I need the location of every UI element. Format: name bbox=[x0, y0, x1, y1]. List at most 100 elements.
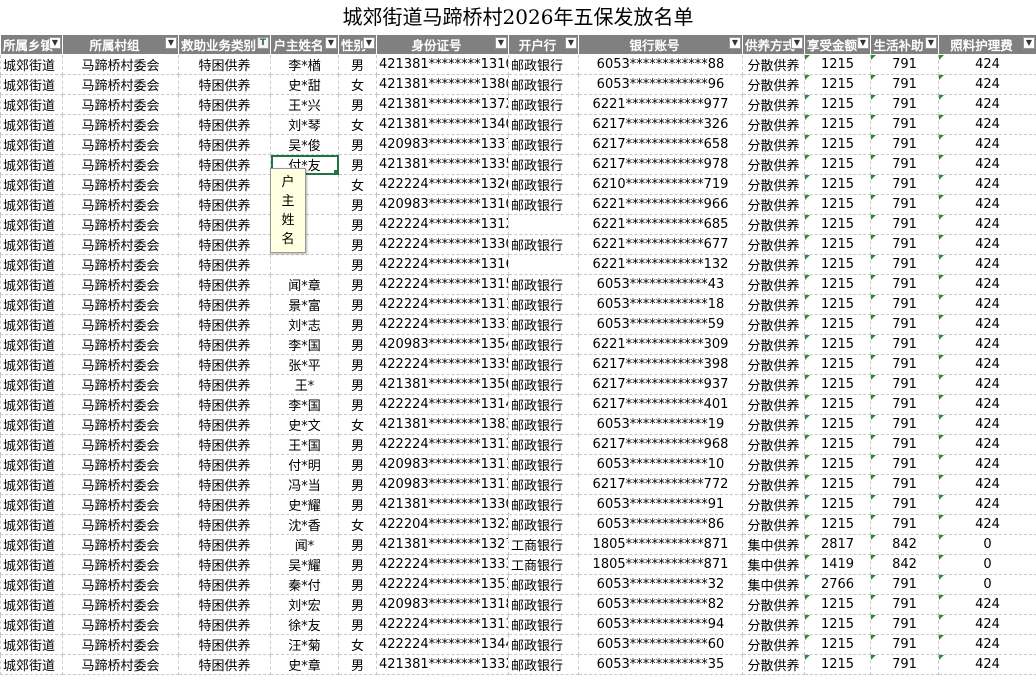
table-cell[interactable]: 男 bbox=[339, 455, 377, 475]
filter-dropdown-icon[interactable]: ▼ bbox=[729, 37, 741, 49]
table-cell[interactable]: 分散供养 bbox=[743, 515, 805, 535]
table-cell[interactable]: 1215 bbox=[805, 455, 871, 475]
table-cell[interactable]: 1215 bbox=[805, 315, 871, 335]
table-cell[interactable]: 422224********1330 bbox=[377, 235, 509, 255]
column-header[interactable]: 银行账号▼ bbox=[579, 35, 743, 55]
table-cell[interactable]: 分散供养 bbox=[743, 375, 805, 395]
table-cell[interactable]: 特困供养 bbox=[179, 135, 271, 155]
table-cell[interactable]: 分散供养 bbox=[743, 155, 805, 175]
table-cell[interactable]: 城郊街道 bbox=[1, 615, 63, 635]
table-cell[interactable]: 422224********1315 bbox=[377, 275, 509, 295]
table-cell[interactable]: 424 bbox=[939, 235, 1036, 255]
table-cell[interactable]: 6210************719 bbox=[579, 175, 743, 195]
table-cell[interactable]: 城郊街道 bbox=[1, 275, 63, 295]
table-cell[interactable]: 6053************96 bbox=[579, 75, 743, 95]
table-cell[interactable]: 分散供养 bbox=[743, 435, 805, 455]
column-header[interactable]: 生活补助▼ bbox=[871, 35, 939, 55]
table-cell[interactable]: 分散供养 bbox=[743, 175, 805, 195]
table-cell[interactable]: 791 bbox=[871, 275, 939, 295]
table-cell[interactable]: 6053************94 bbox=[579, 615, 743, 635]
table-cell[interactable]: 424 bbox=[939, 255, 1036, 275]
table-cell[interactable]: 422204********132X bbox=[377, 515, 509, 535]
table-cell[interactable]: 424 bbox=[939, 95, 1036, 115]
table-cell[interactable]: 城郊街道 bbox=[1, 175, 63, 195]
table-cell[interactable]: 王*兴 bbox=[271, 95, 339, 115]
table-cell[interactable]: 男 bbox=[339, 575, 377, 595]
table-cell[interactable]: 城郊街道 bbox=[1, 435, 63, 455]
table-cell[interactable]: 1805************871 bbox=[579, 535, 743, 555]
table-cell[interactable]: 424 bbox=[939, 115, 1036, 135]
table-cell[interactable]: 分散供养 bbox=[743, 275, 805, 295]
table-cell[interactable]: 1215 bbox=[805, 395, 871, 415]
filter-dropdown-icon[interactable]: ▼ bbox=[325, 37, 337, 49]
table-cell[interactable]: 791 bbox=[871, 55, 939, 75]
table-cell[interactable]: 邮政银行 bbox=[509, 155, 579, 175]
table-cell[interactable]: 791 bbox=[871, 375, 939, 395]
table-cell[interactable]: 马蹄桥村委会 bbox=[63, 335, 179, 355]
table-cell[interactable]: 424 bbox=[939, 75, 1036, 95]
table-cell[interactable]: 791 bbox=[871, 515, 939, 535]
table-cell[interactable]: 邮政银行 bbox=[509, 655, 579, 675]
table-cell[interactable]: 马蹄桥村委会 bbox=[63, 55, 179, 75]
table-cell[interactable]: 分散供养 bbox=[743, 495, 805, 515]
table-cell[interactable]: 城郊街道 bbox=[1, 595, 63, 615]
table-cell[interactable]: 马蹄桥村委会 bbox=[63, 95, 179, 115]
filter-active-icon[interactable]: T bbox=[257, 37, 269, 49]
table-cell[interactable]: 特困供养 bbox=[179, 655, 271, 675]
table-cell[interactable]: 男 bbox=[339, 495, 377, 515]
table-cell[interactable]: 吴*耀 bbox=[271, 555, 339, 575]
table-cell[interactable]: 城郊街道 bbox=[1, 255, 63, 275]
table-cell[interactable]: 421381********133X bbox=[377, 655, 509, 675]
table-cell[interactable]: 424 bbox=[939, 275, 1036, 295]
table-cell[interactable]: 男 bbox=[339, 615, 377, 635]
table-cell[interactable]: 马蹄桥村委会 bbox=[63, 175, 179, 195]
table-cell[interactable]: 422224********1351 bbox=[377, 575, 509, 595]
table-cell[interactable]: 791 bbox=[871, 155, 939, 175]
table-cell[interactable]: 0 bbox=[939, 535, 1036, 555]
table-cell[interactable]: 分散供养 bbox=[743, 595, 805, 615]
table-cell[interactable]: 马蹄桥村委会 bbox=[63, 295, 179, 315]
table-cell[interactable]: 城郊街道 bbox=[1, 475, 63, 495]
table-cell[interactable]: 马蹄桥村委会 bbox=[63, 535, 179, 555]
table-cell[interactable]: 421381********137X bbox=[377, 95, 509, 115]
table-cell[interactable]: 女 bbox=[339, 415, 377, 435]
table-cell[interactable]: 分散供养 bbox=[743, 335, 805, 355]
table-cell[interactable]: 特困供养 bbox=[179, 435, 271, 455]
filter-dropdown-icon[interactable]: ▼ bbox=[165, 37, 177, 49]
table-cell[interactable]: 791 bbox=[871, 175, 939, 195]
table-cell[interactable]: 424 bbox=[939, 315, 1036, 335]
table-cell[interactable]: 424 bbox=[939, 515, 1036, 535]
table-cell[interactable]: 史*耀 bbox=[271, 495, 339, 515]
table-cell[interactable]: 分散供养 bbox=[743, 55, 805, 75]
table-cell[interactable]: 邮政银行 bbox=[509, 95, 579, 115]
table-cell[interactable]: 0 bbox=[939, 575, 1036, 595]
table-cell[interactable]: 邮政银行 bbox=[509, 355, 579, 375]
table-cell[interactable]: 史*甜 bbox=[271, 75, 339, 95]
table-cell[interactable]: 424 bbox=[939, 435, 1036, 455]
column-header[interactable]: 供养方式▼ bbox=[743, 35, 805, 55]
table-cell[interactable]: 冯*当 bbox=[271, 475, 339, 495]
filter-dropdown-icon[interactable]: ▼ bbox=[1023, 37, 1035, 49]
table-cell[interactable]: 闻* bbox=[271, 535, 339, 555]
table-cell[interactable]: 424 bbox=[939, 175, 1036, 195]
table-cell[interactable]: 421381********1310 bbox=[377, 55, 509, 75]
table-cell[interactable]: 420983********1318 bbox=[377, 595, 509, 615]
table-cell[interactable]: 男 bbox=[339, 555, 377, 575]
table-cell[interactable]: 791 bbox=[871, 215, 939, 235]
table-cell[interactable]: 特困供养 bbox=[179, 175, 271, 195]
table-cell[interactable]: 422224********1316 bbox=[377, 255, 509, 275]
table-cell[interactable]: 男 bbox=[339, 135, 377, 155]
table-cell[interactable]: 分散供养 bbox=[743, 655, 805, 675]
table-cell[interactable]: 王*国 bbox=[271, 435, 339, 455]
table-cell[interactable]: 马蹄桥村委会 bbox=[63, 455, 179, 475]
table-cell[interactable]: 邮政银行 bbox=[509, 295, 579, 315]
table-cell[interactable]: 景*富 bbox=[271, 295, 339, 315]
table-cell[interactable]: 特困供养 bbox=[179, 195, 271, 215]
table-cell[interactable]: 邮政银行 bbox=[509, 335, 579, 355]
table-cell[interactable]: 城郊街道 bbox=[1, 455, 63, 475]
table-cell[interactable]: 特困供养 bbox=[179, 595, 271, 615]
filter-dropdown-icon[interactable]: ▼ bbox=[49, 37, 61, 49]
table-cell[interactable]: 马蹄桥村委会 bbox=[63, 195, 179, 215]
table-cell[interactable]: 420983********1311 bbox=[377, 475, 509, 495]
table-cell[interactable]: 马蹄桥村委会 bbox=[63, 355, 179, 375]
